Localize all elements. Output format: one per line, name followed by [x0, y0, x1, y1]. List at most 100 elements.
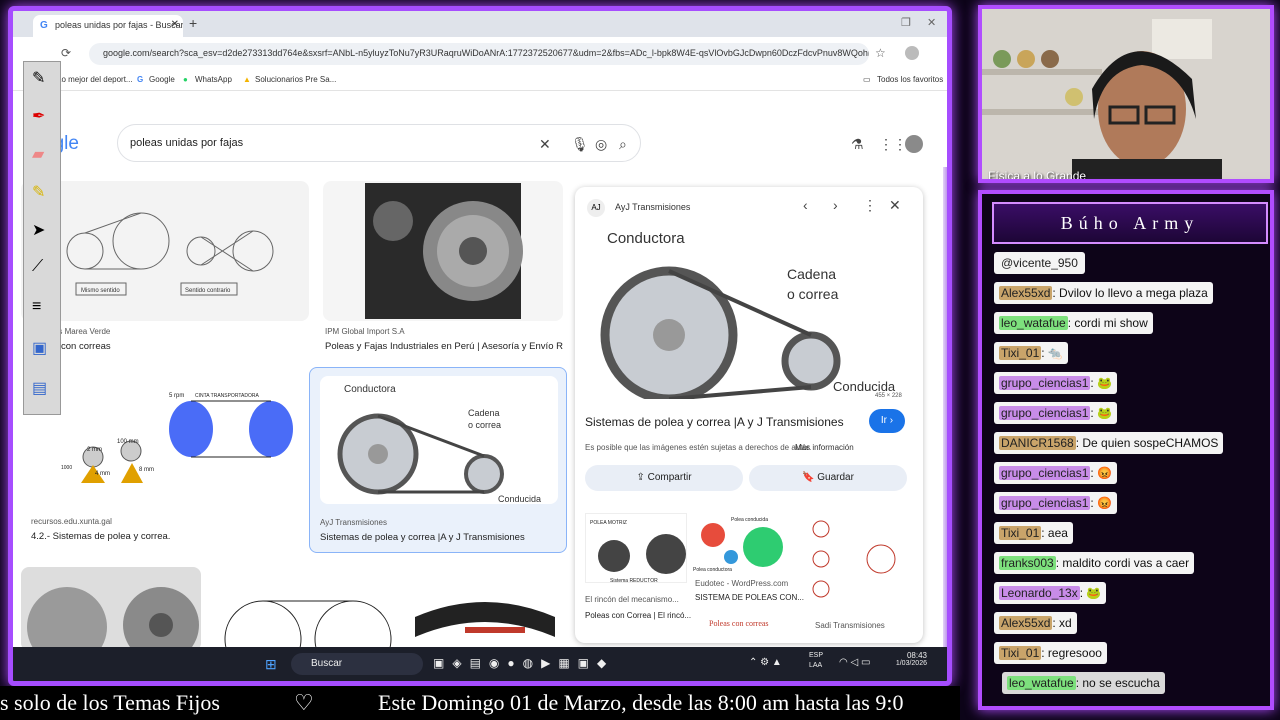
bookmark-star-icon[interactable]: ☆: [875, 46, 886, 60]
chat-username[interactable]: Alex55xd: [999, 616, 1053, 630]
close-tab-icon[interactable]: ✕: [171, 19, 179, 30]
search-input[interactable]: poleas unidas por fajas: [117, 124, 641, 162]
eraser-icon[interactable]: ▰: [32, 144, 44, 164]
chat-username[interactable]: grupo_ciencias1: [999, 406, 1091, 420]
browser-window: Gpoleas unidas por fajas - Buscar ✕ + ❐ ✕…: [8, 6, 952, 686]
chat-username[interactable]: grupo_ciencias1: [999, 466, 1091, 480]
profile-icon[interactable]: [905, 46, 919, 60]
close-window-icon[interactable]: ✕: [927, 16, 936, 29]
reload-icon[interactable]: ⟳: [61, 46, 71, 60]
chat-message: franks003: maldito cordi vas a caer: [994, 552, 1195, 574]
image-size: 455 × 228: [875, 393, 903, 399]
panel-site[interactable]: AyJ Transmisiones: [615, 202, 690, 212]
result-image[interactable]: [21, 567, 201, 651]
close-panel-icon[interactable]: ✕: [889, 197, 901, 214]
chat-message: DANICR1568: De quien sospeCHAMOS: [994, 432, 1224, 454]
chat-text: : xd: [1052, 616, 1072, 630]
pinned-apps[interactable]: ▣◈▤◉●◍▶▦▣◆: [433, 656, 614, 670]
pen-icon[interactable]: ✒: [32, 106, 45, 126]
pencil-icon[interactable]: ✎: [32, 68, 45, 88]
chat-username[interactable]: Alex55xd: [999, 286, 1053, 300]
result-card[interactable]: IPM Global Import S.A Poleas y Fajas Ind…: [323, 181, 563, 361]
image-results: Mismo sentido Sentido contrario Apuntes …: [13, 167, 943, 651]
preview-label-3: o correa: [787, 286, 839, 302]
result-image[interactable]: [405, 567, 567, 651]
bookmark-1[interactable]: Lo mejor del deport...: [57, 75, 133, 84]
related-source: Sadi Transmisiones: [815, 621, 885, 630]
result-image[interactable]: [213, 567, 393, 651]
visit-button[interactable]: Ir ›: [869, 409, 905, 433]
pointer-icon[interactable]: ➤: [32, 220, 45, 240]
chat-username[interactable]: leo_watafue: [1007, 676, 1076, 690]
chat-message: Alex55xd: Dvilov lo llevo a mega plaza: [994, 282, 1213, 304]
chat-username[interactable]: DANICR1568: [999, 436, 1076, 450]
chat-username[interactable]: Leonardo_13x: [999, 586, 1080, 600]
chat-username[interactable]: Tixi_01: [999, 646, 1042, 660]
clock-date: 1/03/2026: [895, 660, 927, 667]
result-card-selected[interactable]: Conductora Cadena o correa Conducida AyJ…: [309, 367, 567, 553]
chat-username[interactable]: Tixi_01: [999, 526, 1042, 540]
save-button[interactable]: 🔖 Guardar: [749, 465, 907, 491]
clear-icon[interactable]: ✕: [539, 136, 551, 153]
tab-title: poleas unidas por fajas - Buscar: [55, 20, 183, 30]
chat-message: grupo_ciencias1: 🐸: [994, 372, 1118, 394]
search-icon[interactable]: ⌕: [619, 136, 627, 153]
panel-title[interactable]: Sistemas de polea y correa |A y J Transm…: [585, 415, 844, 429]
capture-icon[interactable]: ▤: [32, 378, 47, 398]
chat-username[interactable]: franks003: [999, 556, 1056, 570]
apps-grid-icon[interactable]: ⋮⋮: [879, 136, 907, 153]
bookmark-3[interactable]: WhatsApp: [195, 75, 232, 84]
address-bar[interactable]: google.com/search?sca_esv=d2de273313dd76…: [89, 43, 869, 65]
chat-text: : maldito cordi vas a caer: [1055, 556, 1190, 570]
restore-icon[interactable]: ❐: [901, 16, 911, 29]
windows-start-icon[interactable]: ⊞: [265, 656, 277, 673]
related-image[interactable]: [801, 513, 913, 609]
preview-image[interactable]: Conductora Cadena o correa Conducida 455…: [585, 223, 911, 404]
related-image[interactable]: Polea conducida Polea conductora: [691, 513, 797, 575]
lens-icon[interactable]: ◎: [595, 136, 607, 153]
result-title[interactable]: 4.2.- Sistemas de polea y correa.: [31, 531, 307, 542]
related-title[interactable]: Poleas con Correa | El rincó...: [585, 611, 691, 620]
preview-label-2: Cadena: [787, 266, 836, 282]
bookmark-4[interactable]: Solucionarios Pre Sa...: [255, 75, 336, 84]
mic-icon[interactable]: 🎙: [571, 136, 589, 153]
more-options-icon[interactable]: ⋮: [863, 197, 877, 214]
share-button[interactable]: ⇪ Compartir: [585, 465, 743, 491]
chat-username[interactable]: Tixi_01: [999, 346, 1042, 360]
avatar[interactable]: [905, 135, 923, 153]
result-title[interactable]: Poleas y Fajas Industriales en Perú | As…: [325, 341, 563, 352]
taskbar-search[interactable]: Buscar: [291, 653, 423, 675]
more-info-link[interactable]: Más información: [795, 443, 854, 452]
chat-username[interactable]: grupo_ciencias1: [999, 376, 1091, 390]
result-source: AyJ Transmisiones: [320, 518, 387, 527]
related-label: POLEA MOTRIZ: [590, 520, 627, 526]
language-indicator[interactable]: ESP LAA: [809, 651, 833, 671]
prev-icon[interactable]: ‹: [803, 197, 808, 213]
chat-username[interactable]: grupo_ciencias1: [999, 496, 1091, 510]
copyright-notice: Es posible que las imágenes estén sujeta…: [585, 443, 812, 452]
browser-tab[interactable]: Gpoleas unidas por fajas - Buscar ✕: [33, 15, 183, 37]
result-title[interactable]: con correas: [61, 341, 301, 352]
related-image[interactable]: POLEA MOTRIZ Sistema REDUCTOR: [585, 513, 687, 584]
highlighter-icon[interactable]: ✎: [32, 182, 45, 202]
brush-icon[interactable]: ⟋: [32, 258, 43, 276]
system-tray-icon[interactable]: ⌃ ⚙ ▲: [749, 657, 782, 668]
labs-icon[interactable]: ⚗: [851, 136, 864, 153]
screen-icon[interactable]: ▣: [32, 338, 47, 358]
next-icon[interactable]: ›: [833, 197, 838, 213]
new-tab-icon[interactable]: +: [189, 15, 197, 31]
chat-username[interactable]: @vicente_950: [999, 256, 1080, 270]
result-title[interactable]: Sistemas de polea y correa |A y J Transm…: [320, 532, 564, 543]
related-title[interactable]: SISTEMA DE POLEAS CON...: [695, 593, 804, 602]
lines-icon[interactable]: ≡: [32, 298, 41, 316]
chat-message: leo_watafue: cordi mi show: [994, 312, 1153, 334]
wifi-volume-battery-icon[interactable]: ◠ ◁ ▭: [839, 657, 870, 668]
chat-message: grupo_ciencias1: 😡: [994, 462, 1118, 484]
bookmark-2[interactable]: Google: [149, 75, 175, 84]
chat-text: : 🐸: [1079, 586, 1102, 600]
chat-username[interactable]: leo_watafue: [999, 316, 1068, 330]
clock[interactable]: 08:43 1/03/2026: [889, 651, 927, 667]
result-card[interactable]: Mismo sentido Sentido contrario Apuntes …: [21, 181, 309, 361]
all-bookmarks[interactable]: Todos los favoritos: [877, 75, 943, 84]
result-card[interactable]: 5 rpm CINTA TRANSPORTADORA 100 mm 2 mm 1…: [21, 371, 309, 547]
